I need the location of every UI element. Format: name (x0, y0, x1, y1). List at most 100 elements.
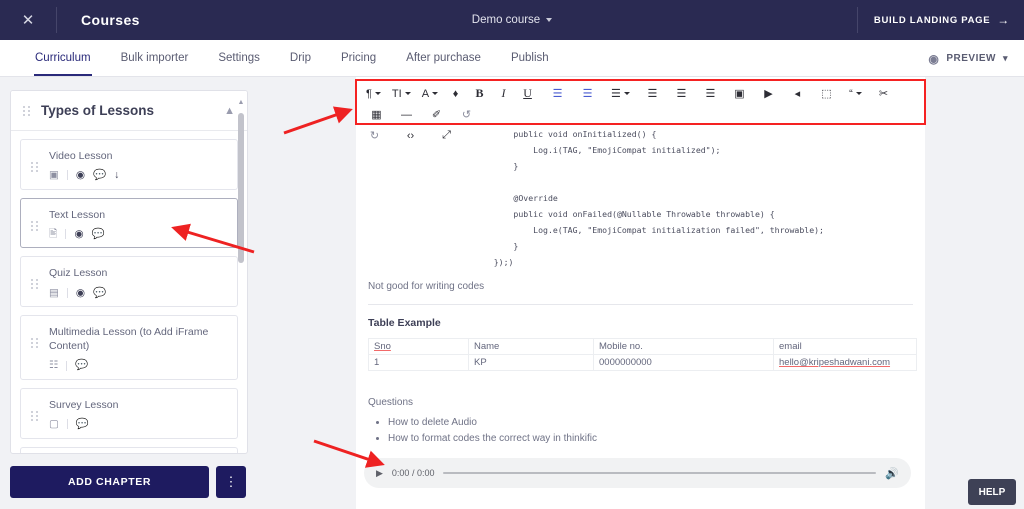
eye-icon[interactable]: ◉ (76, 288, 85, 299)
indent-decrease-button[interactable]: ☰ (672, 83, 691, 104)
lesson-icon-row: 🖹 ◉ 💬 (49, 229, 227, 240)
add-chapter-button[interactable]: ADD CHAPTER (10, 465, 209, 498)
tab-drip[interactable]: Drip (275, 40, 326, 76)
code-view-button[interactable]: ‹› (401, 125, 420, 146)
audio-progress-bar[interactable] (443, 472, 877, 474)
eye-icon[interactable]: ◉ (76, 170, 85, 181)
unordered-list-button[interactable]: ☰ (548, 83, 567, 104)
questions-list: How to delete Audio How to format codes … (388, 415, 919, 448)
lesson-item-text-lesson[interactable]: Text Lesson 🖹 ◉ 💬 (20, 197, 238, 249)
editor-toolbar-buttons: ¶ TІ A ♦ B I U ☰ ☰ ☰ ☰ ☰ ☰ ▣ ▶ ◂ ⬚ “ ✂ ▦… (357, 81, 924, 142)
clear-formatting-button[interactable]: ✐ (427, 104, 446, 125)
ordered-list-button[interactable]: ☰ (578, 83, 597, 104)
drag-handle-icon[interactable] (31, 219, 39, 233)
download-icon[interactable]: ↓ (114, 170, 119, 181)
undo-button[interactable]: ↺ (457, 104, 476, 125)
tab-pricing[interactable]: Pricing (326, 40, 391, 76)
insert-link-button[interactable]: ✂ (874, 83, 893, 104)
text-color-button[interactable]: ♦ (446, 83, 465, 104)
lesson-item-multimedia-lesson[interactable]: Multimedia Lesson (to Add iFrame Content… (20, 315, 238, 380)
topbar-divider-right (856, 7, 858, 33)
insert-audio-button[interactable]: ◂ (788, 83, 807, 104)
chevron-down-icon (855, 92, 862, 95)
comment-icon[interactable]: 💬 (75, 360, 88, 371)
lesson-item-partial[interactable] (20, 446, 238, 453)
lesson-item-quiz-lesson[interactable]: Quiz Lesson ▤ ◉ 💬 (20, 256, 238, 308)
tab-after-purchase[interactable]: After purchase (391, 40, 496, 76)
tab-bulk-importer[interactable]: Bulk importer (106, 40, 204, 76)
volume-icon[interactable]: 🔊 (885, 467, 899, 480)
drag-handle-icon[interactable] (31, 409, 39, 423)
topbar-right-group: BUILD LANDING PAGE → (856, 0, 1024, 40)
add-chapter-label: ADD CHAPTER (67, 475, 152, 488)
icon-divider (66, 419, 68, 430)
align-icon: ☰ (611, 88, 621, 100)
questions-heading: Questions (368, 396, 414, 408)
sidebar-scrollbar[interactable]: ▲ (238, 95, 246, 449)
horizontal-line-icon: — (401, 108, 412, 121)
comment-icon[interactable]: 💬 (93, 170, 106, 181)
more-vertical-icon[interactable]: ⋮ (216, 465, 246, 498)
lesson-list: Video Lesson ▣ ◉ 💬 ↓ Text Lesson 🖹 ◉ 💬 Q… (11, 131, 247, 453)
drag-handle-icon[interactable] (31, 277, 39, 291)
tab-curriculum[interactable]: Curriculum (20, 40, 106, 76)
drag-handle-icon[interactable] (23, 104, 31, 118)
outdent-button[interactable]: ☰ (701, 83, 720, 104)
help-button[interactable]: HELP (968, 479, 1016, 505)
audio-player[interactable]: ▶ 0:00 / 0:00 🔊 (364, 458, 911, 488)
insert-video-button[interactable]: ▶ (759, 83, 778, 104)
audio-time: 0:00 / 0:00 (391, 468, 435, 478)
eye-icon[interactable]: ◉ (74, 229, 83, 240)
course-selector[interactable]: Demo course (412, 14, 612, 26)
indent-increase-button[interactable]: ☰ (643, 83, 662, 104)
lesson-body: Quiz Lesson ▤ ◉ 💬 (49, 266, 227, 298)
icon-divider (66, 360, 68, 371)
chapter-panel: Types of Lessons ▲ Video Lesson ▣ ◉ 💬 ↓ (10, 90, 248, 454)
file-icon: ⬚ (821, 88, 832, 100)
fullscreen-button[interactable]: ⤢ (437, 125, 456, 146)
page-title: Courses (81, 12, 140, 28)
lesson-item-video-lesson[interactable]: Video Lesson ▣ ◉ 💬 ↓ (20, 139, 238, 190)
font-size-button[interactable]: TІ (389, 83, 414, 104)
insert-file-button[interactable]: ⬚ (817, 83, 836, 104)
paragraph-icon: ¶ (366, 87, 372, 100)
chevron-down-icon (432, 92, 439, 95)
chevron-up-icon[interactable]: ▲ (224, 105, 235, 117)
video-icon: ▶ (764, 88, 773, 100)
build-landing-page-button[interactable]: BUILD LANDING PAGE → (874, 13, 1024, 27)
table-header-cell: email (779, 340, 802, 352)
bold-button[interactable]: B (470, 83, 489, 104)
question-text: How to delete Audio (388, 416, 477, 428)
font-family-icon: A (421, 87, 430, 100)
font-size-icon: TІ (391, 87, 402, 100)
list-item: How to format codes the correct way in t… (388, 431, 919, 448)
scroll-up-arrow-icon[interactable]: ▲ (237, 99, 245, 106)
underline-button[interactable]: U (518, 83, 537, 104)
comment-icon[interactable]: 💬 (92, 229, 105, 240)
table-cell: KP (474, 356, 487, 368)
lesson-item-survey-lesson[interactable]: Survey Lesson ▢ 💬 (20, 387, 238, 439)
font-family-button[interactable]: A (419, 83, 441, 104)
table-header-cell: Mobile no. (599, 340, 643, 352)
comment-icon[interactable]: 💬 (93, 288, 106, 299)
scrollbar-thumb[interactable] (238, 113, 244, 263)
insert-table-button[interactable]: ▦ (367, 104, 386, 125)
comment-icon[interactable]: 💬 (76, 419, 89, 430)
preview-button[interactable]: ◉ PREVIEW ▾ (928, 40, 1008, 77)
drag-handle-icon[interactable] (31, 336, 39, 350)
code-icon: ‹› (406, 129, 415, 142)
editor-document[interactable]: public void onInitialized() { Log.i(TAG,… (356, 125, 925, 509)
chapter-header[interactable]: Types of Lessons ▲ (11, 91, 247, 131)
horizontal-line-button[interactable]: — (397, 104, 416, 125)
drag-handle-icon[interactable] (31, 160, 39, 174)
close-icon[interactable]: ✕ (0, 0, 56, 40)
play-icon[interactable]: ▶ (376, 468, 383, 479)
quote-button[interactable]: “ (846, 83, 865, 104)
tab-publish[interactable]: Publish (496, 40, 564, 76)
italic-button[interactable]: I (494, 83, 513, 104)
tab-settings[interactable]: Settings (203, 40, 275, 76)
redo-button[interactable]: ↻ (365, 125, 384, 146)
align-button[interactable]: ☰ (608, 83, 633, 104)
paragraph-format-button[interactable]: ¶ (363, 83, 384, 104)
insert-image-button[interactable]: ▣ (730, 83, 749, 104)
